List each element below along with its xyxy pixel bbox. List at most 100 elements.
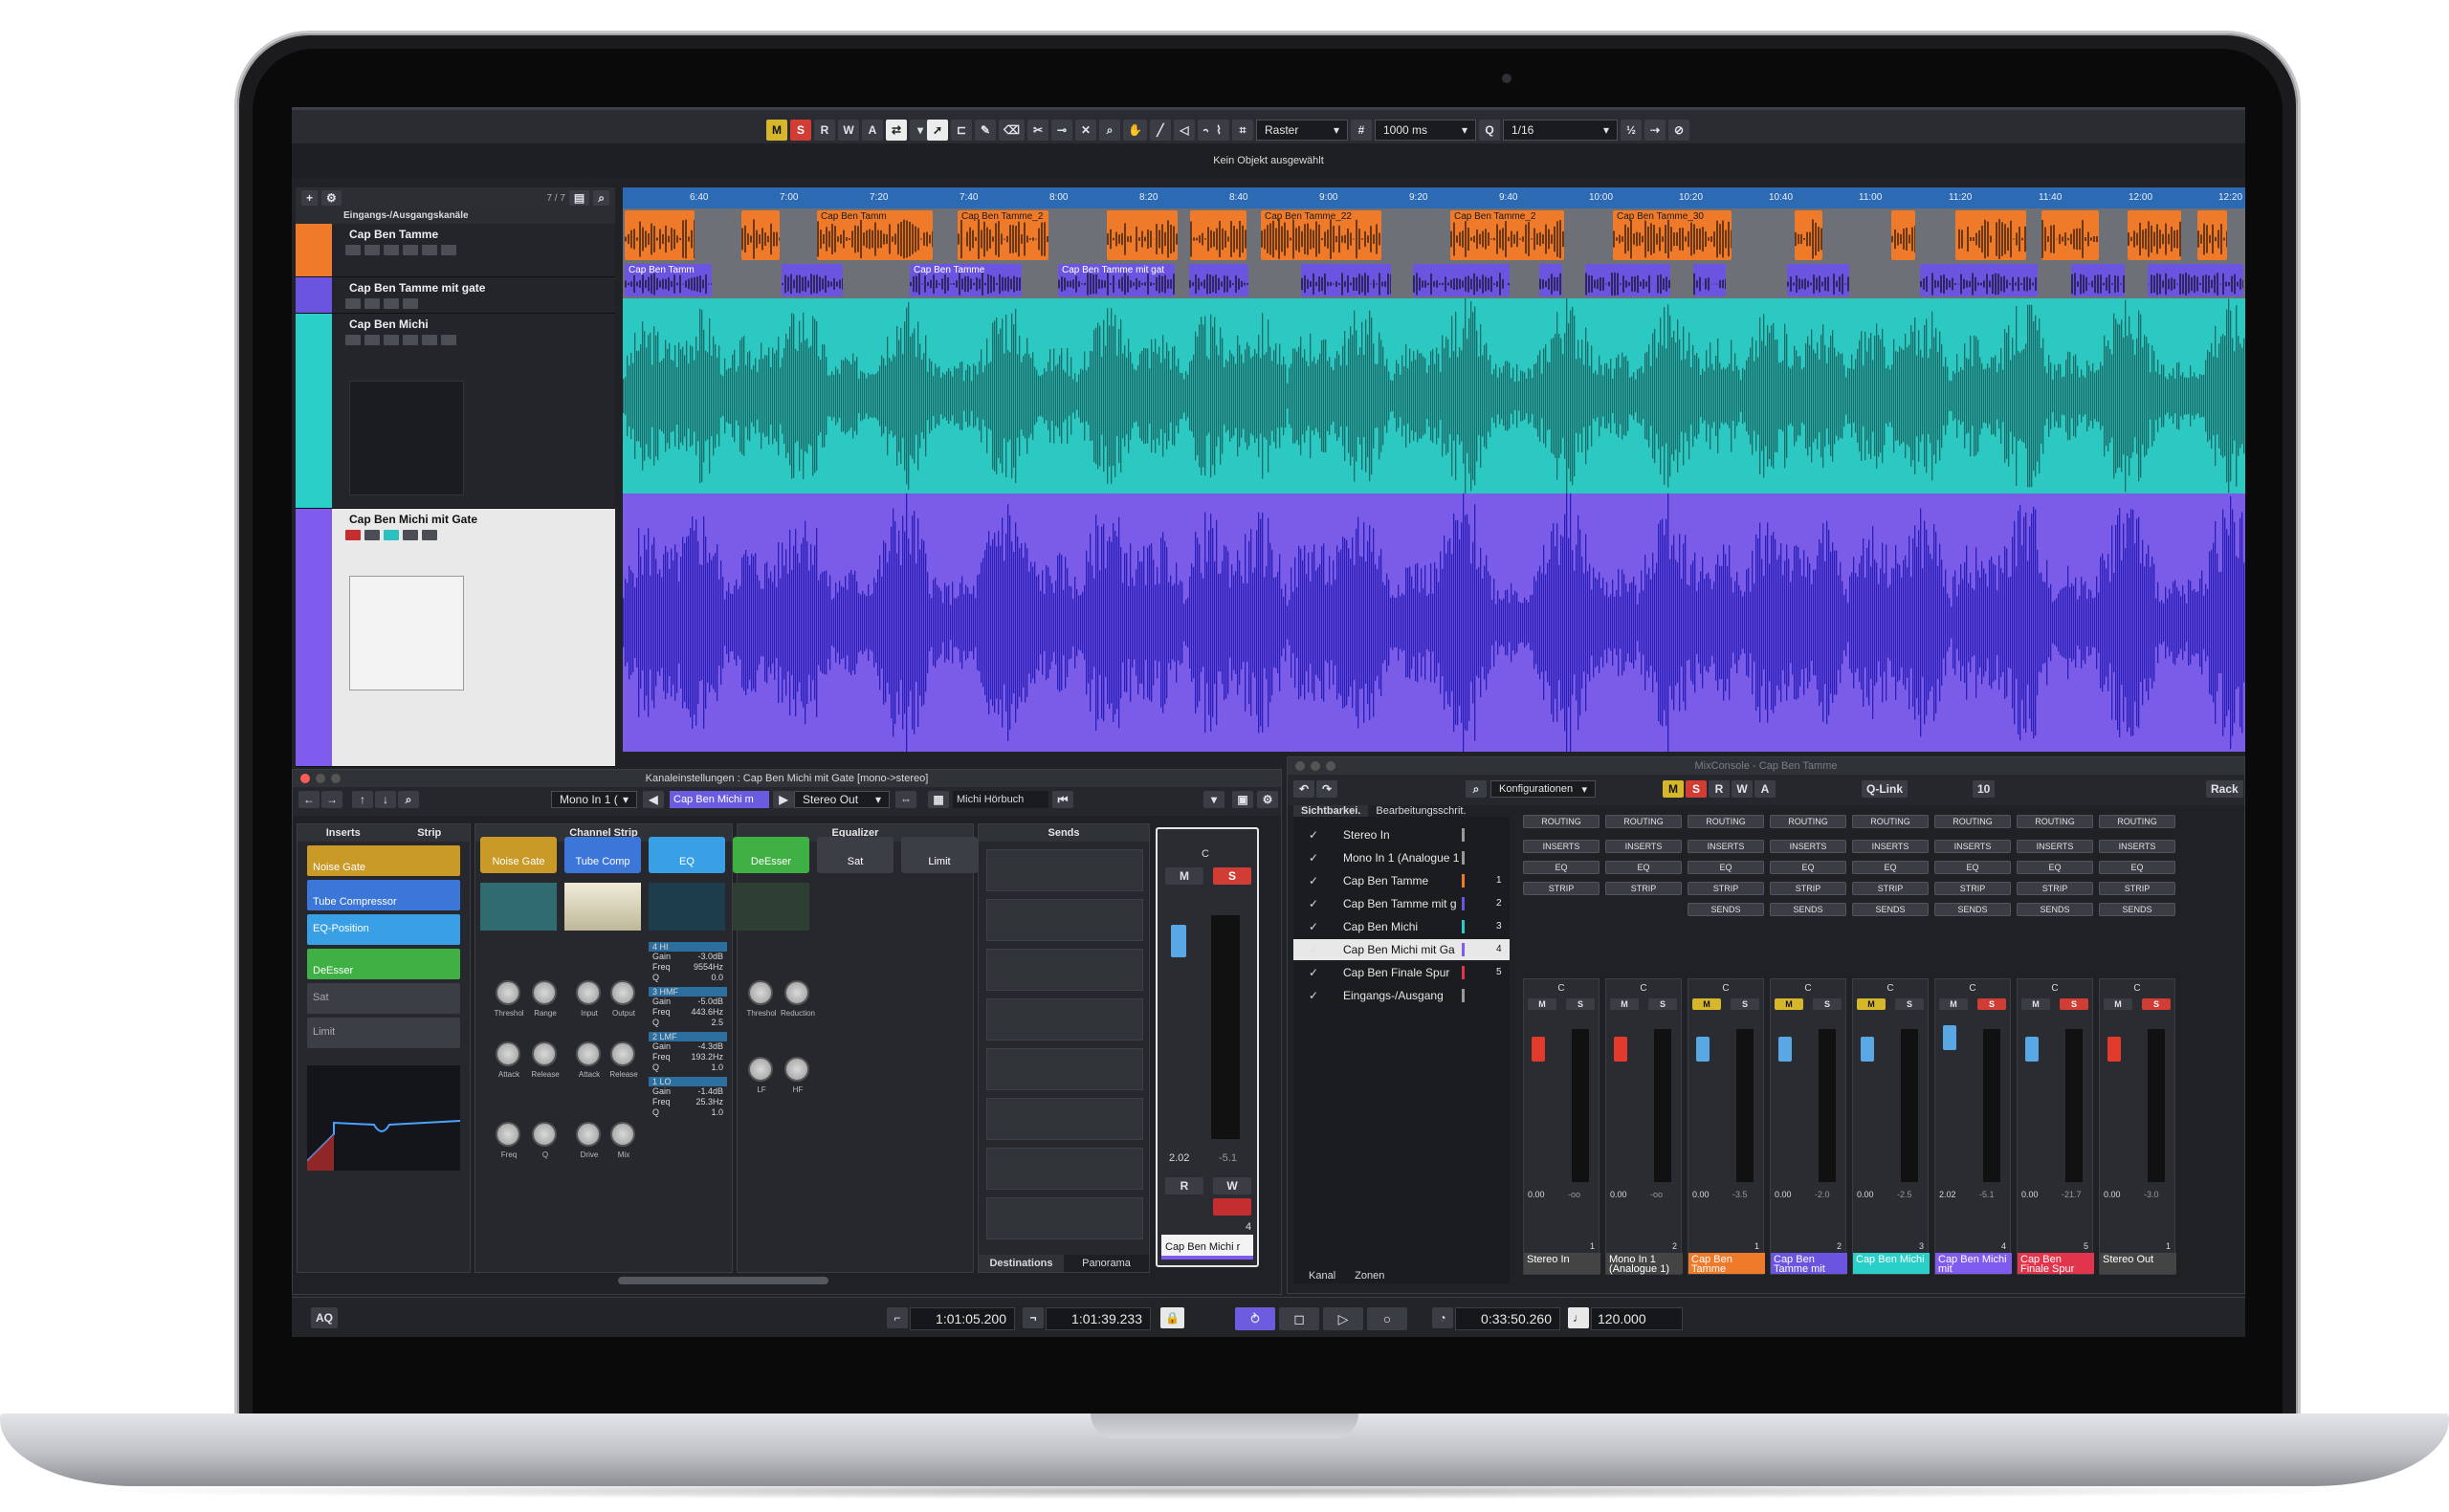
eq-param-value[interactable]: 9554Hz [694,962,723,973]
mute-button[interactable]: M [2021,998,2050,1010]
eq-band-header[interactable]: 3 HMF [649,987,727,997]
pan-value[interactable]: C [1935,983,2010,994]
back-arrow-icon[interactable]: ← [298,791,320,808]
knob[interactable] [532,1041,557,1066]
send-slot[interactable] [986,899,1143,941]
insert-slot-3[interactable]: EQ-Position [307,914,460,945]
record-enable-button[interactable] [1213,1198,1251,1216]
pan-value[interactable]: C [1606,983,1681,994]
mute-all-button[interactable]: M [766,120,787,141]
rack-button[interactable]: Rack [2206,780,2243,798]
mute-button[interactable] [345,245,361,255]
zoom-button[interactable] [1326,761,1335,771]
insert-slot-5[interactable]: Sat [307,983,460,1014]
grid-icon[interactable]: ⌗ [1232,120,1253,141]
track-cap-ben-tamme-gate[interactable]: Cap Ben Tamme mit gate [296,277,615,314]
knob[interactable] [496,1122,520,1147]
timebase-dropdown[interactable]: 1000 ms ▾ [1375,120,1476,141]
eq-param-value[interactable]: -1.4dB [697,1086,723,1097]
rack-inserts-button[interactable]: INSERTS [2017,840,2093,853]
eraser-tool-icon[interactable]: ⌫ [999,120,1025,141]
rack-eq-button[interactable]: EQ [2099,861,2175,874]
audio-event[interactable] [1920,264,2038,296]
quantize-settings-icon[interactable]: ½ [1621,120,1642,141]
mute-button[interactable]: M [1775,998,1803,1010]
channel-name-field[interactable]: Cap Ben Michi m [670,791,769,808]
channel-name[interactable]: Cap Ben Finale Spur [2018,1253,2094,1275]
track-name[interactable]: Cap Ben Michi mit Gate [349,513,477,526]
rack-routing-button[interactable]: ROUTING [2017,815,2093,828]
channel-name[interactable]: Mono In 1 (Analogue 1) [1606,1253,1683,1275]
record-button[interactable] [384,298,399,309]
channel-name[interactable]: Stereo In [1524,1253,1600,1274]
tempo-display[interactable]: 120.000 [1591,1307,1683,1330]
mute-button[interactable]: M [1610,998,1639,1010]
mute-button[interactable]: M [1939,998,1968,1010]
previous-channel-icon[interactable]: ◀ [643,791,664,808]
volume-value[interactable]: 0.00 [1857,1190,1874,1199]
solo-button[interactable]: S [2142,998,2171,1010]
tab-panorama[interactable]: Panorama [1064,1255,1149,1272]
audio-event[interactable] [1301,264,1391,296]
visibility-item[interactable]: ✓ Cap Ben Tamme 1 [1293,870,1510,891]
insert-slot-2[interactable]: Tube Compressor [307,880,460,910]
auto-button[interactable]: A [1754,780,1776,798]
audio-event[interactable] [1693,264,1726,296]
tab-channel[interactable]: Kanal [1309,1270,1335,1282]
monitor-button[interactable] [403,335,418,345]
timebase-icon[interactable]: # [1351,120,1372,141]
knob[interactable] [496,1041,520,1066]
checkmark-icon[interactable]: ✓ [1309,939,1318,960]
quantize-icon[interactable]: Q [1479,120,1500,141]
eq-param-value[interactable]: 25.3Hz [695,1097,723,1107]
mute-button[interactable]: M [1857,998,1886,1010]
audio-event[interactable] [2128,210,2181,260]
audio-event[interactable] [741,210,780,260]
forward-arrow-icon[interactable]: → [321,791,342,808]
window-layout-icon[interactable]: ▣ [1232,791,1253,808]
rack-sends-button[interactable]: SENDS [1852,903,1929,916]
snap-icon[interactable]: ⌇ [1208,120,1229,141]
read-button[interactable] [403,530,418,540]
module-sat[interactable]: Sat [817,837,894,873]
link-icon[interactable]: ⇔ [895,791,916,808]
volume-fader[interactable] [1171,925,1186,957]
mute-button[interactable]: M [1528,998,1556,1010]
audio-event[interactable] [782,264,843,296]
module-deesser[interactable]: DeEsser [733,837,809,873]
down-arrow-icon[interactable]: ↓ [375,791,396,808]
rack-routing-button[interactable]: ROUTING [1934,815,2011,828]
checkmark-icon[interactable]: ✓ [1309,893,1318,914]
rack-sends-button[interactable]: SENDS [2099,903,2175,916]
eq-param-value[interactable]: 2.5 [711,1018,723,1028]
input-routing-dropdown[interactable]: Mono In 1 (▾ [551,791,637,808]
rack-strip-button[interactable]: STRIP [2017,882,2093,895]
rack-inserts-button[interactable]: INSERTS [1934,840,2011,853]
audio-event[interactable] [1787,264,1849,296]
module-eq[interactable]: EQ [649,837,725,873]
rack-sends-button[interactable]: SENDS [1688,903,1764,916]
rack-inserts-button[interactable]: INSERTS [1688,840,1764,853]
module-noise-gate[interactable]: Noise Gate [480,837,557,873]
punch-lock-icon[interactable]: 🔒 [1160,1307,1184,1328]
eq-band-header[interactable]: 1 LO [649,1077,727,1086]
visibility-item[interactable]: ✓ Cap Ben Michi 3 [1293,916,1510,937]
read-automation-button[interactable]: R [814,120,835,141]
record-button[interactable] [384,245,399,255]
rack-eq-button[interactable]: EQ [1852,861,1929,874]
audio-event[interactable]: Cap Ben Tamm [817,210,933,260]
edit-button[interactable] [384,530,399,540]
eq-band-header[interactable]: 2 LMF [649,1032,727,1041]
range-tool-icon[interactable]: ⊏ [951,120,972,141]
gear-icon[interactable]: ⚙ [1257,791,1278,808]
rack-routing-button[interactable]: ROUTING [1523,815,1600,828]
folder-track-io[interactable]: Eingangs-/Ausgangskanäle [296,208,615,224]
rack-inserts-button[interactable]: INSERTS [1605,840,1682,853]
rack-sends-button[interactable]: SENDS [1770,903,1846,916]
visibility-item[interactable]: ✓ Eingangs-/Ausgang [1293,985,1510,1006]
track-cap-ben-michi[interactable]: Cap Ben Michi [296,314,615,509]
mute-button[interactable]: M [2104,998,2132,1010]
insert-slot-6[interactable]: Limit [307,1018,460,1048]
knob[interactable] [576,1122,601,1147]
channel-fader[interactable] [1532,1037,1545,1062]
